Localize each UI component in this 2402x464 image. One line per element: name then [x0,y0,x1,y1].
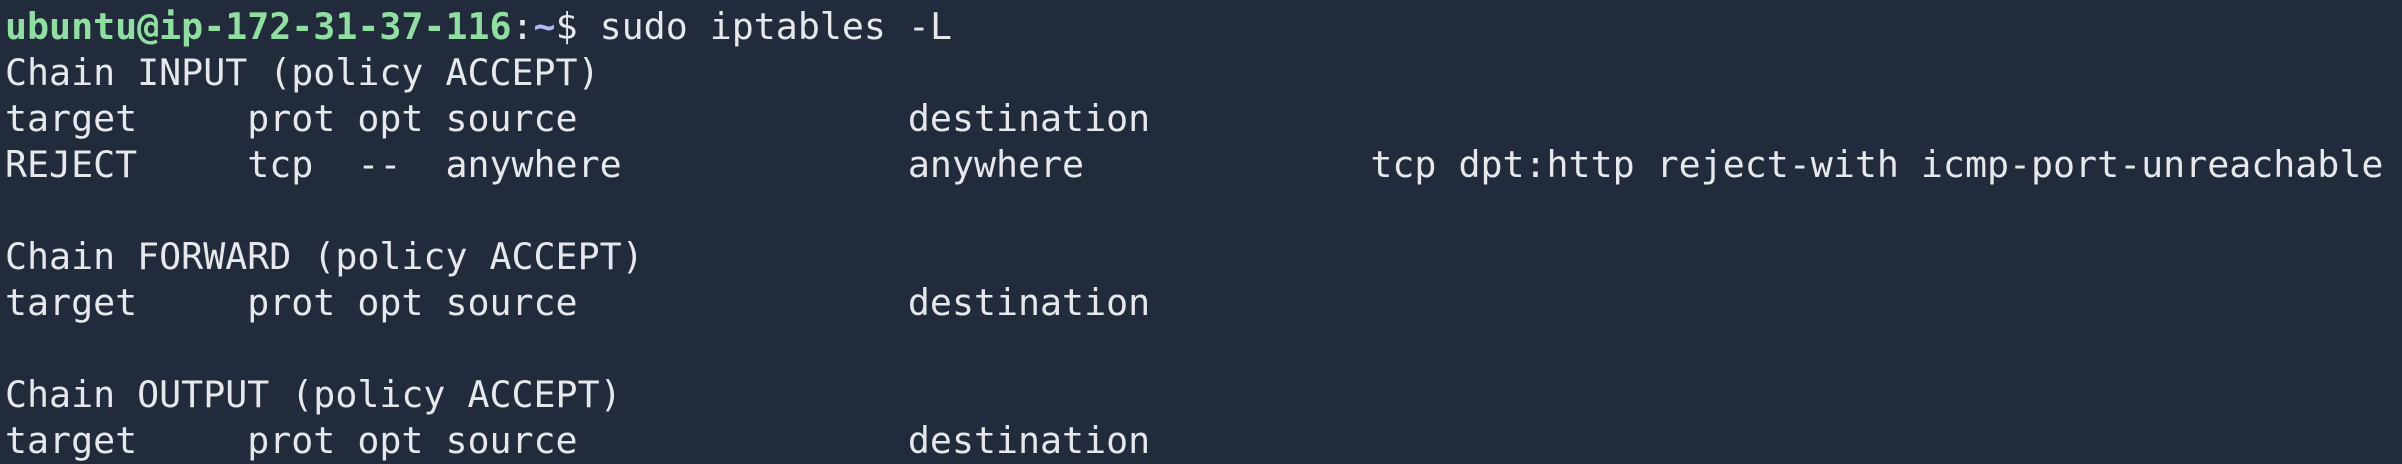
output-line-forward-header: target prot opt source destination [5,281,1151,324]
output-line-output-header: target prot opt source destination [5,419,1151,462]
output-line-forward-chain: Chain FORWARD (policy ACCEPT) [5,235,644,278]
terminal-window[interactable]: ubuntu@ip-172-31-37-116:~$ sudo iptables… [0,0,2402,464]
output-line-blank [5,188,2402,234]
output-line-output-chain: Chain OUTPUT (policy ACCEPT) [5,373,622,416]
output-line-input-chain: Chain INPUT (policy ACCEPT) [5,51,600,94]
command-text: sudo iptables -L [599,5,952,48]
prompt-symbol: $ [555,5,600,48]
output-line-blank [5,326,2402,372]
prompt-user-host: ubuntu@ip-172-31-37-116 [5,5,512,48]
output-line-input-header: target prot opt source destination [5,97,1151,140]
command-prompt-line: ubuntu@ip-172-31-37-116:~$ sudo iptables… [5,4,2402,50]
prompt-separator: : [511,5,534,48]
prompt-cwd: ~ [533,5,556,48]
output-line-reject-rule: REJECT tcp -- anywhere anywhere tcp dpt:… [5,143,2384,186]
